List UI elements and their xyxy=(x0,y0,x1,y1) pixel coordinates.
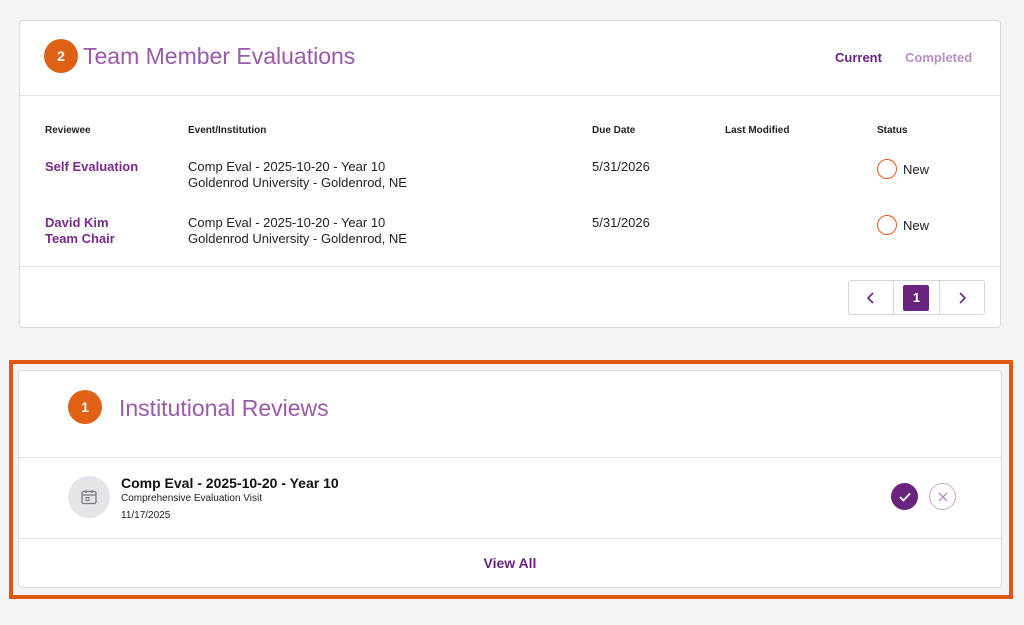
review-event-date: 11/17/2025 xyxy=(121,510,171,521)
tab-current[interactable]: Current xyxy=(835,50,882,65)
due-date: 5/31/2026 xyxy=(592,159,650,174)
team-evaluations-count-badge: 2 xyxy=(44,39,78,73)
status-label: New xyxy=(903,162,930,177)
accept-button[interactable] xyxy=(891,483,918,510)
due-date: 5/31/2026 xyxy=(592,215,650,230)
chevron-left-icon xyxy=(867,291,874,304)
institutional-reviews-title: Institutional Reviews xyxy=(119,395,329,421)
team-evaluations-title: Team Member Evaluations xyxy=(83,43,356,69)
section-divider xyxy=(19,538,1001,539)
team-evaluations-header: 2 Team Member Evaluations Current Comple… xyxy=(20,21,1000,96)
event-name: Comp Eval - 2025-10-20 - Year 10 xyxy=(188,159,386,174)
event-name: Comp Eval - 2025-10-20 - Year 10 xyxy=(188,215,386,230)
checkmark-icon xyxy=(898,492,911,502)
institutional-reviews-count-badge: 1 xyxy=(68,390,102,424)
page-button[interactable]: 1 xyxy=(893,281,938,314)
institutional-reviews-card: 1 Institutional Reviews Comp Eval - 2025… xyxy=(18,370,1002,588)
pagination: 1 xyxy=(848,280,985,315)
section-divider xyxy=(19,457,1001,458)
review-event-type: Comprehensive Evaluation Visit xyxy=(121,493,263,504)
team-evaluations-card: 2 Team Member Evaluations Current Comple… xyxy=(19,20,1001,328)
tab-completed[interactable]: Completed xyxy=(905,50,972,65)
current-page-number[interactable]: 1 xyxy=(903,284,930,311)
institution-name: Goldenrod University - Goldenrod, NE xyxy=(188,231,407,246)
reviewee-role[interactable]: Team Chair xyxy=(45,231,115,247)
card-footer-divider xyxy=(20,266,1000,267)
institution-name: Goldenrod University - Goldenrod, NE xyxy=(188,175,407,190)
status-new-icon xyxy=(877,215,897,235)
calendar-icon xyxy=(68,476,110,518)
reviewee-link[interactable]: Self Evaluation xyxy=(45,159,138,175)
column-header-status: Status xyxy=(877,125,908,136)
column-header-due-date: Due Date xyxy=(592,125,636,136)
view-all-link[interactable]: View All xyxy=(19,555,1001,571)
status-label: New xyxy=(903,218,930,233)
column-header-event: Event/Institution xyxy=(188,125,267,136)
decline-button[interactable] xyxy=(929,483,956,510)
chevron-right-icon xyxy=(959,291,966,304)
previous-page-button[interactable] xyxy=(849,281,893,314)
next-page-button[interactable] xyxy=(938,281,984,314)
status-new-icon xyxy=(877,159,897,179)
review-event-title[interactable]: Comp Eval - 2025-10-20 - Year 10 xyxy=(121,475,339,491)
column-header-last-modified: Last Modified xyxy=(725,125,790,136)
reviewee-link[interactable]: David Kim xyxy=(45,215,109,231)
close-icon xyxy=(938,492,947,501)
column-header-reviewee: Reviewee xyxy=(45,125,91,136)
